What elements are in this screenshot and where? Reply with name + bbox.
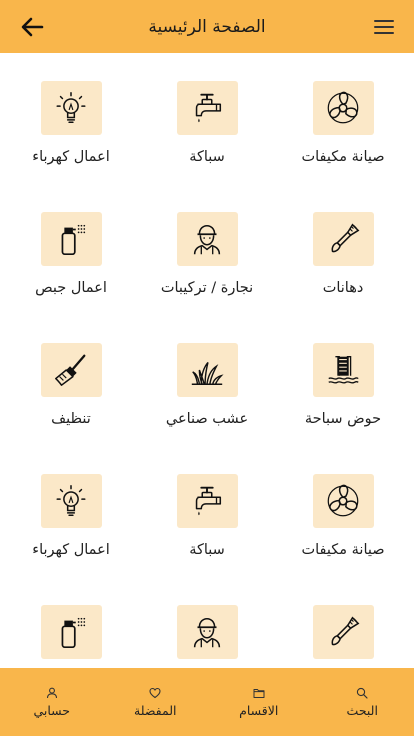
pool-icon	[328, 356, 359, 384]
service-item[interactable]: اعمال جبص	[3, 605, 139, 668]
heart-icon	[149, 687, 161, 698]
service-tile	[176, 212, 238, 266]
search-icon	[357, 687, 368, 699]
nav-categories[interactable]: الاقسام	[214, 687, 304, 718]
service-item[interactable]: صيانة مكيفات	[275, 474, 411, 558]
paint-brush-icon	[331, 616, 360, 646]
page-title: الصفحة الرئيسية	[148, 16, 266, 37]
service-label: اعمال كهرباء	[32, 542, 110, 558]
lightbulb-icon	[56, 485, 86, 517]
service-tile	[312, 605, 374, 659]
service-item[interactable]: صيانة مكيفات	[275, 81, 411, 165]
spray-bottle-icon	[61, 617, 86, 649]
back-button[interactable]	[18, 13, 46, 41]
faucet-icon	[195, 486, 222, 516]
service-tile	[312, 343, 374, 397]
service-item[interactable]: تنظيف	[3, 343, 139, 427]
nav-favorites-label: المفضلة	[134, 702, 177, 718]
grass-icon	[191, 361, 224, 386]
lightbulb-icon	[56, 92, 86, 124]
service-tile	[312, 81, 374, 135]
service-item[interactable]: دهانات	[275, 212, 411, 296]
menu-button[interactable]	[372, 15, 396, 39]
service-item[interactable]: دهانات	[275, 605, 411, 668]
broom-icon	[55, 354, 86, 386]
app-bar: الصفحة الرئيسية	[0, 0, 414, 53]
service-label: اعمال كهرباء	[32, 149, 110, 165]
service-item[interactable]: اعمال جبص	[3, 212, 139, 296]
nav-categories-label: الاقسام	[239, 702, 279, 718]
service-label: سباكة	[189, 542, 225, 558]
nav-search-label: البحث	[346, 702, 378, 718]
service-item[interactable]: عشب صناعي	[139, 343, 275, 427]
nav-account-label: حسابي	[33, 702, 71, 718]
service-label: سباكة	[189, 149, 225, 165]
service-label: تنظيف	[51, 411, 91, 427]
service-tile	[176, 81, 238, 135]
bottom-nav: البحث الاقسام المفضلة حسابي	[0, 668, 414, 736]
service-tile	[312, 212, 374, 266]
hamburger-icon	[374, 19, 394, 34]
service-tile	[40, 212, 102, 266]
service-item[interactable]: نجارة / تركيبات	[139, 605, 275, 668]
arrow-left-icon	[21, 17, 44, 36]
service-label: صيانة مكيفات	[301, 542, 385, 558]
nav-search[interactable]: البحث	[317, 687, 407, 718]
folder-icon	[253, 688, 265, 698]
worker-icon	[193, 617, 221, 648]
service-item[interactable]: اعمال كهرباء	[3, 81, 139, 165]
service-label: دهانات	[322, 280, 364, 296]
worker-icon	[193, 224, 221, 255]
service-label: نجارة / تركيبات	[160, 280, 254, 296]
service-tile	[176, 474, 238, 528]
nav-account[interactable]: حسابي	[7, 687, 97, 718]
service-item[interactable]: حوض سباحة	[275, 343, 411, 427]
service-item[interactable]: نجارة / تركيبات	[139, 212, 275, 296]
faucet-icon	[195, 93, 222, 123]
service-tile	[40, 81, 102, 135]
service-item[interactable]: سباكة	[139, 81, 275, 165]
service-tile	[40, 605, 102, 659]
service-tile	[176, 343, 238, 397]
user-icon	[46, 687, 57, 698]
paint-brush-icon	[331, 223, 360, 253]
fan-icon	[327, 484, 359, 517]
service-tile	[312, 474, 374, 528]
service-tile	[40, 343, 102, 397]
services-grid: صيانة مكيفات سباكة اعمال كهرباء دهانات نجارة…	[0, 53, 414, 668]
service-tile	[40, 474, 102, 528]
spray-bottle-icon	[61, 224, 86, 256]
service-label: عشب صناعي	[165, 411, 249, 427]
service-item[interactable]: سباكة	[139, 474, 275, 558]
service-label: حوض سباحة	[304, 411, 382, 427]
service-label: اعمال جبص	[35, 280, 107, 296]
nav-favorites[interactable]: المفضلة	[110, 687, 200, 718]
service-item[interactable]: اعمال كهرباء	[3, 474, 139, 558]
service-label: صيانة مكيفات	[301, 149, 385, 165]
fan-icon	[327, 91, 359, 124]
service-tile	[176, 605, 238, 659]
